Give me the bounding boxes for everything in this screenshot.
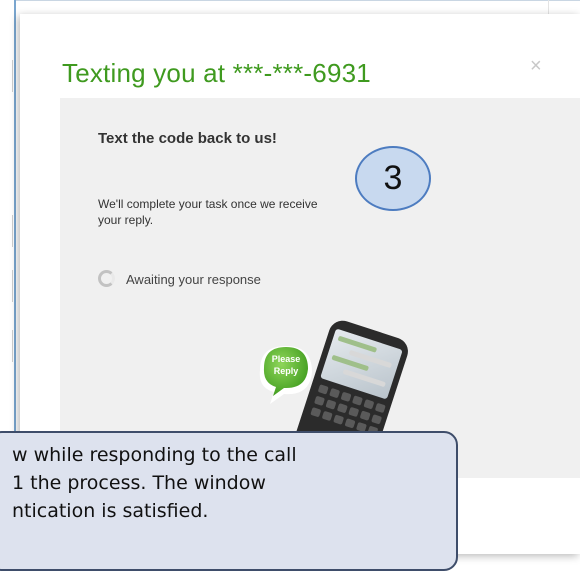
speech-bubble-icon: Please Reply xyxy=(259,346,312,404)
step-number-badge: 3 xyxy=(355,146,431,211)
dialog-title: Texting you at ***-***-6931 xyxy=(62,58,371,88)
callout-text: w while responding to the call 1 the pro… xyxy=(12,444,297,522)
loading-spinner-icon xyxy=(98,270,115,287)
background-fragment xyxy=(0,215,13,247)
background-fragment xyxy=(0,330,13,362)
bubble-text-line-1: Please xyxy=(272,354,301,364)
status-text: Awaiting your response xyxy=(126,272,261,287)
instruction-heading: Text the code back to us! xyxy=(98,130,277,147)
background-fragment xyxy=(0,60,13,92)
annotation-callout: w while responding to the call 1 the pro… xyxy=(0,431,458,571)
close-icon[interactable]: × xyxy=(530,56,542,76)
background-top-border xyxy=(14,0,580,1)
background-fragment xyxy=(0,270,13,302)
bubble-text-line-2: Reply xyxy=(274,366,299,376)
instruction-panel: Text the code back to us! We'll complete… xyxy=(60,98,580,481)
instruction-text: We'll complete your task once we receive… xyxy=(98,197,318,227)
